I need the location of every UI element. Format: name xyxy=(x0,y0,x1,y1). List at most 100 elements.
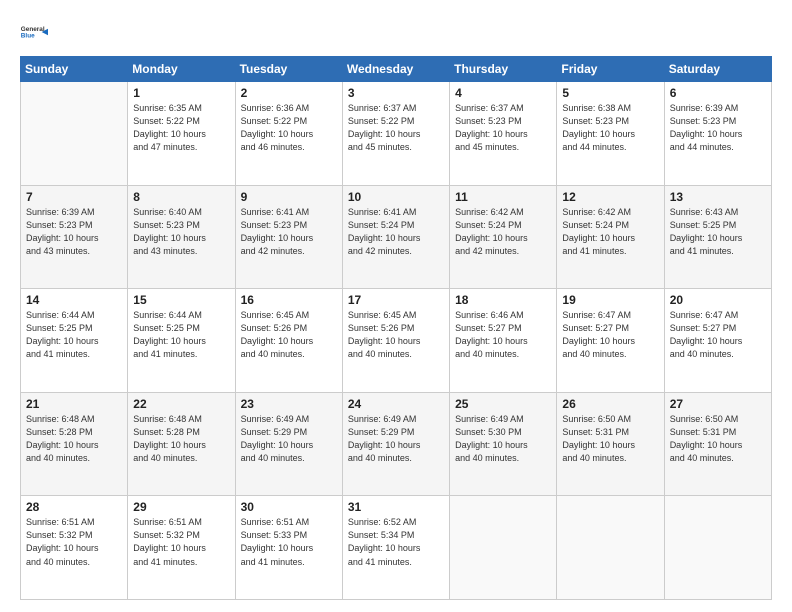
weekday-header-monday: Monday xyxy=(128,57,235,82)
day-info: Sunrise: 6:37 AM Sunset: 5:22 PM Dayligh… xyxy=(348,102,444,154)
weekday-header-sunday: Sunday xyxy=(21,57,128,82)
calendar-cell: 6 Sunrise: 6:39 AM Sunset: 5:23 PM Daylig… xyxy=(664,82,771,186)
day-info: Sunrise: 6:49 AM Sunset: 5:29 PM Dayligh… xyxy=(348,413,444,465)
day-info: Sunrise: 6:44 AM Sunset: 5:25 PM Dayligh… xyxy=(133,309,229,361)
calendar-cell: 26 Sunrise: 6:50 AM Sunset: 5:31 PM Dayli… xyxy=(557,392,664,496)
calendar-cell: 12Sunrise: 6:42 AM Sunset: 5:24 PM Dayli… xyxy=(557,185,664,289)
calendar-cell xyxy=(664,496,771,600)
day-number: 12 xyxy=(562,190,658,204)
day-info: Sunrise: 6:47 AM Sunset: 5:27 PM Dayligh… xyxy=(562,309,658,361)
calendar-cell: 8 Sunrise: 6:40 AM Sunset: 5:23 PM Daylig… xyxy=(128,185,235,289)
day-info: Sunrise: 6:46 AM Sunset: 5:27 PM Dayligh… xyxy=(455,309,551,361)
day-info: Sunrise: 6:37 AM Sunset: 5:23 PM Dayligh… xyxy=(455,102,551,154)
day-number: 20 xyxy=(670,293,766,307)
day-number: 14 xyxy=(26,293,122,307)
day-number: 21 xyxy=(26,397,122,411)
calendar-cell: 9 Sunrise: 6:41 AM Sunset: 5:23 PM Daylig… xyxy=(235,185,342,289)
day-info: Sunrise: 6:39 AM Sunset: 5:23 PM Dayligh… xyxy=(26,206,122,258)
calendar-cell: 10Sunrise: 6:41 AM Sunset: 5:24 PM Dayli… xyxy=(342,185,449,289)
day-number: 22 xyxy=(133,397,229,411)
day-info: Sunrise: 6:50 AM Sunset: 5:31 PM Dayligh… xyxy=(562,413,658,465)
day-info: Sunrise: 6:49 AM Sunset: 5:29 PM Dayligh… xyxy=(241,413,337,465)
svg-text:General: General xyxy=(21,26,45,33)
calendar-cell: 28Sunrise: 6:51 AM Sunset: 5:32 PM Dayli… xyxy=(21,496,128,600)
weekday-header-thursday: Thursday xyxy=(450,57,557,82)
day-info: Sunrise: 6:41 AM Sunset: 5:24 PM Dayligh… xyxy=(348,206,444,258)
header: General Blue xyxy=(20,18,772,46)
week-row-3: 14 Sunrise: 6:44 AM Sunset: 5:25 PM Dayli… xyxy=(21,289,772,393)
day-info: Sunrise: 6:49 AM Sunset: 5:30 PM Dayligh… xyxy=(455,413,551,465)
week-row-5: 28 Sunrise: 6:51 AM Sunset: 5:32 PM Dayli… xyxy=(21,496,772,600)
calendar-cell: 24 Sunrise: 6:49 AM Sunset: 5:29 PM Dayli… xyxy=(342,392,449,496)
calendar-cell: 29 Sunrise: 6:51 AM Sunset: 5:32 PM Dayli… xyxy=(128,496,235,600)
day-info: Sunrise: 6:45 AM Sunset: 5:26 PM Dayligh… xyxy=(348,309,444,361)
day-number: 24 xyxy=(348,397,444,411)
day-number: 9 xyxy=(241,190,337,204)
logo-svg: General Blue xyxy=(20,18,48,46)
day-number: 2 xyxy=(241,86,337,100)
day-number: 18 xyxy=(455,293,551,307)
day-number: 17 xyxy=(348,293,444,307)
week-row-2: 7 Sunrise: 6:39 AM Sunset: 5:23 PM Daylig… xyxy=(21,185,772,289)
day-number: 1 xyxy=(133,86,229,100)
calendar-cell xyxy=(450,496,557,600)
day-number: 15 xyxy=(133,293,229,307)
calendar-cell: 17 Sunrise: 6:45 AM Sunset: 5:26 PM Dayli… xyxy=(342,289,449,393)
day-info: Sunrise: 6:42 AM Sunset: 5:24 PM Dayligh… xyxy=(455,206,551,258)
day-number: 13 xyxy=(670,190,766,204)
calendar-cell: 15 Sunrise: 6:44 AM Sunset: 5:25 PM Dayli… xyxy=(128,289,235,393)
logo: General Blue xyxy=(20,18,48,46)
day-info: Sunrise: 6:39 AM Sunset: 5:23 PM Dayligh… xyxy=(670,102,766,154)
day-number: 3 xyxy=(348,86,444,100)
calendar-cell: 27Sunrise: 6:50 AM Sunset: 5:31 PM Dayli… xyxy=(664,392,771,496)
day-info: Sunrise: 6:36 AM Sunset: 5:22 PM Dayligh… xyxy=(241,102,337,154)
weekday-header-friday: Friday xyxy=(557,57,664,82)
calendar-cell: 31 Sunrise: 6:52 AM Sunset: 5:34 PM Dayli… xyxy=(342,496,449,600)
day-number: 7 xyxy=(26,190,122,204)
day-number: 31 xyxy=(348,500,444,514)
day-info: Sunrise: 6:40 AM Sunset: 5:23 PM Dayligh… xyxy=(133,206,229,258)
calendar-cell: 19 Sunrise: 6:47 AM Sunset: 5:27 PM Dayli… xyxy=(557,289,664,393)
day-number: 25 xyxy=(455,397,551,411)
calendar-cell: 25 Sunrise: 6:49 AM Sunset: 5:30 PM Dayli… xyxy=(450,392,557,496)
weekday-header-saturday: Saturday xyxy=(664,57,771,82)
calendar-cell: 22 Sunrise: 6:48 AM Sunset: 5:28 PM Dayli… xyxy=(128,392,235,496)
calendar-table: SundayMondayTuesdayWednesdayThursdayFrid… xyxy=(20,56,772,600)
day-info: Sunrise: 6:48 AM Sunset: 5:28 PM Dayligh… xyxy=(133,413,229,465)
weekday-header-wednesday: Wednesday xyxy=(342,57,449,82)
day-number: 19 xyxy=(562,293,658,307)
calendar-cell: 14 Sunrise: 6:44 AM Sunset: 5:25 PM Dayli… xyxy=(21,289,128,393)
day-number: 28 xyxy=(26,500,122,514)
day-number: 27 xyxy=(670,397,766,411)
calendar-cell xyxy=(557,496,664,600)
day-info: Sunrise: 6:47 AM Sunset: 5:27 PM Dayligh… xyxy=(670,309,766,361)
day-number: 23 xyxy=(241,397,337,411)
calendar-cell: 30Sunrise: 6:51 AM Sunset: 5:33 PM Dayli… xyxy=(235,496,342,600)
calendar-cell: 2 Sunrise: 6:36 AM Sunset: 5:22 PM Daylig… xyxy=(235,82,342,186)
calendar-cell: 20 Sunrise: 6:47 AM Sunset: 5:27 PM Dayli… xyxy=(664,289,771,393)
calendar-cell: 21 Sunrise: 6:48 AM Sunset: 5:28 PM Dayli… xyxy=(21,392,128,496)
calendar-cell xyxy=(21,82,128,186)
day-number: 26 xyxy=(562,397,658,411)
day-info: Sunrise: 6:51 AM Sunset: 5:32 PM Dayligh… xyxy=(133,516,229,568)
calendar-cell: 18 Sunrise: 6:46 AM Sunset: 5:27 PM Dayli… xyxy=(450,289,557,393)
calendar-cell: 7 Sunrise: 6:39 AM Sunset: 5:23 PM Daylig… xyxy=(21,185,128,289)
calendar-cell: 4 Sunrise: 6:37 AM Sunset: 5:23 PM Daylig… xyxy=(450,82,557,186)
day-number: 29 xyxy=(133,500,229,514)
day-number: 6 xyxy=(670,86,766,100)
calendar-cell: 13Sunrise: 6:43 AM Sunset: 5:25 PM Dayli… xyxy=(664,185,771,289)
day-number: 4 xyxy=(455,86,551,100)
calendar-cell: 3 Sunrise: 6:37 AM Sunset: 5:22 PM Daylig… xyxy=(342,82,449,186)
svg-text:Blue: Blue xyxy=(21,33,35,40)
day-number: 30 xyxy=(241,500,337,514)
day-info: Sunrise: 6:48 AM Sunset: 5:28 PM Dayligh… xyxy=(26,413,122,465)
day-info: Sunrise: 6:44 AM Sunset: 5:25 PM Dayligh… xyxy=(26,309,122,361)
day-info: Sunrise: 6:45 AM Sunset: 5:26 PM Dayligh… xyxy=(241,309,337,361)
calendar-cell: 1 Sunrise: 6:35 AM Sunset: 5:22 PM Daylig… xyxy=(128,82,235,186)
day-info: Sunrise: 6:52 AM Sunset: 5:34 PM Dayligh… xyxy=(348,516,444,568)
day-info: Sunrise: 6:35 AM Sunset: 5:22 PM Dayligh… xyxy=(133,102,229,154)
calendar-cell: 11Sunrise: 6:42 AM Sunset: 5:24 PM Dayli… xyxy=(450,185,557,289)
day-number: 8 xyxy=(133,190,229,204)
weekday-header-tuesday: Tuesday xyxy=(235,57,342,82)
day-info: Sunrise: 6:41 AM Sunset: 5:23 PM Dayligh… xyxy=(241,206,337,258)
